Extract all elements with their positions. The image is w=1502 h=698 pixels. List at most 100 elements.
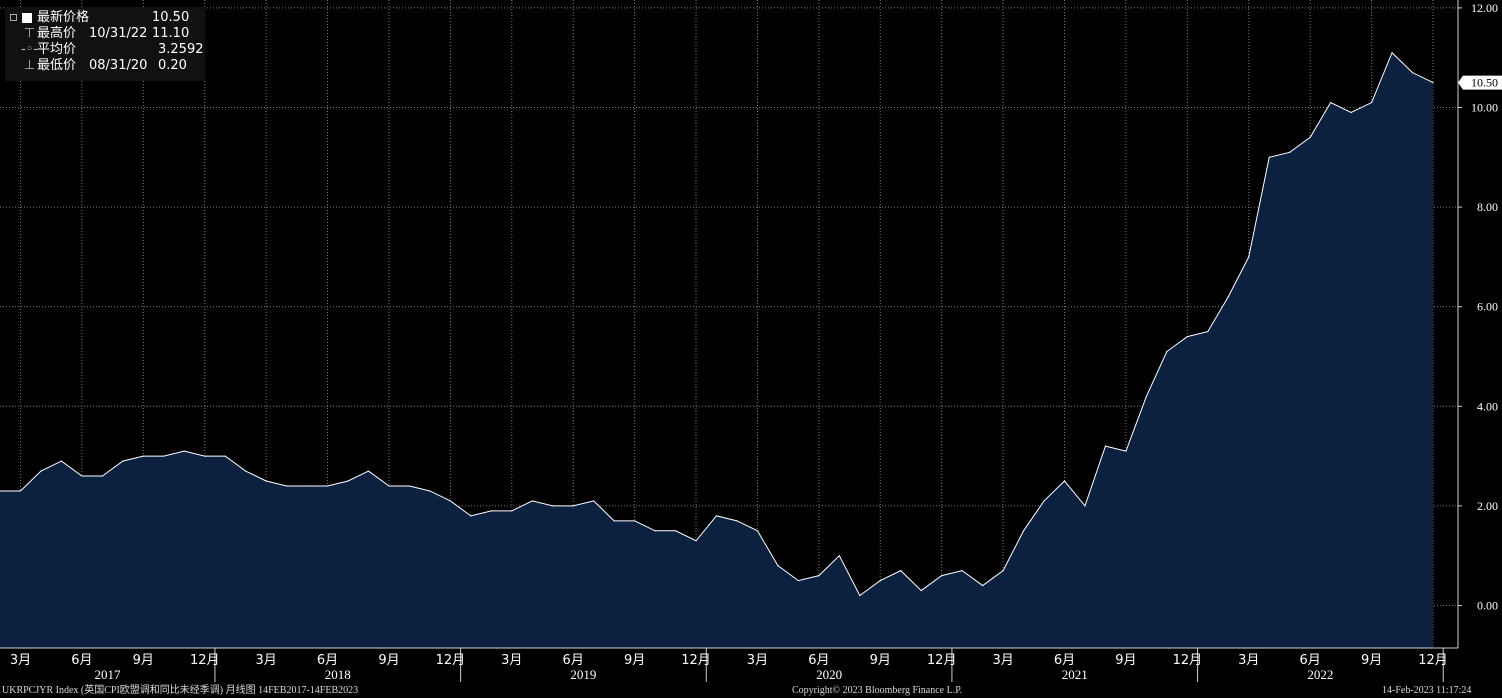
data-point bbox=[695, 540, 697, 542]
x-month-label: 6月 bbox=[71, 653, 92, 668]
data-point bbox=[531, 500, 533, 502]
x-year-label: 2017 bbox=[94, 667, 121, 682]
x-month-label: 6月 bbox=[808, 653, 829, 668]
data-point bbox=[1330, 101, 1332, 104]
x-month-label: 12月 bbox=[681, 653, 711, 668]
data-point bbox=[1145, 395, 1147, 397]
data-point bbox=[1227, 296, 1229, 298]
x-month-label: 3月 bbox=[747, 653, 768, 668]
x-month-label: 6月 bbox=[563, 653, 584, 668]
data-point bbox=[490, 510, 492, 512]
data-point bbox=[388, 485, 390, 487]
data-point bbox=[1248, 256, 1250, 258]
last-price-tag: 10.50 bbox=[1471, 76, 1498, 90]
legend-box: 最新价格 10.50 ⊤ 最高价 10/31/22 11.10 -◦- 平均价 … bbox=[5, 7, 205, 81]
low-marker-icon: ⊥ bbox=[24, 58, 36, 73]
data-point bbox=[961, 570, 963, 572]
data-point bbox=[1309, 136, 1311, 138]
x-year-label: 2020 bbox=[816, 667, 842, 682]
legend-value: 3.2592 bbox=[158, 42, 204, 57]
data-point bbox=[1043, 500, 1045, 502]
data-point bbox=[593, 500, 595, 502]
legend-label: 最新价格 bbox=[37, 10, 90, 25]
legend-row-low: ⊥ 最低价 08/31/20 0.20 bbox=[5, 58, 205, 74]
data-point bbox=[1207, 331, 1209, 333]
data-point bbox=[163, 455, 165, 457]
x-month-label: 3月 bbox=[255, 653, 276, 668]
data-point bbox=[470, 515, 472, 517]
data-point bbox=[654, 530, 656, 532]
legend-row-avg: -◦- 平均价 3.2592 bbox=[5, 42, 205, 58]
data-point bbox=[879, 580, 881, 582]
y-tick-label: 2.00 bbox=[1477, 499, 1498, 513]
high-marker-icon: ⊤ bbox=[24, 26, 36, 41]
data-point bbox=[1002, 570, 1004, 572]
data-point bbox=[1125, 450, 1127, 452]
data-point bbox=[429, 490, 431, 492]
data-point bbox=[900, 570, 902, 572]
x-month-label: 6月 bbox=[1054, 653, 1075, 668]
data-point bbox=[1268, 156, 1270, 158]
data-point bbox=[797, 580, 799, 582]
data-point bbox=[1370, 101, 1373, 104]
series-swatch-icon bbox=[22, 13, 32, 23]
legend-label: 最低价 bbox=[37, 58, 77, 73]
y-tick-label: 8.00 bbox=[1477, 200, 1498, 214]
data-point bbox=[60, 460, 63, 462]
data-point bbox=[408, 485, 411, 487]
chart: 0.00 2.00 4.00 6.00 8.00 10.00 12.00 10.50 3月 6月 9… bbox=[0, 0, 1502, 682]
footer-title: UKRPCJYR Index (英国CPI欧盟调和同比未经季调) 月线图 14F… bbox=[2, 685, 359, 696]
y-tick-label: 0.00 bbox=[1477, 599, 1498, 613]
data-point bbox=[838, 555, 840, 557]
plot-area bbox=[0, 51, 1434, 649]
data-point bbox=[245, 470, 247, 472]
data-point bbox=[1104, 445, 1107, 447]
y-tick-label: 4.00 bbox=[1477, 399, 1498, 413]
series-area bbox=[0, 52, 1433, 649]
data-point bbox=[1432, 82, 1434, 84]
data-point bbox=[122, 460, 124, 462]
x-month-label: 3月 bbox=[10, 653, 31, 668]
data-point bbox=[941, 575, 943, 577]
x-month-label: 12月 bbox=[927, 653, 957, 668]
x-year-label: 2022 bbox=[1307, 667, 1333, 682]
x-month-label: 6月 bbox=[1300, 653, 1321, 668]
avg-marker-icon: -◦- bbox=[21, 42, 39, 57]
x-month-label: 12月 bbox=[436, 653, 466, 668]
y-tick-label: 6.00 bbox=[1477, 300, 1498, 314]
data-point bbox=[634, 520, 636, 522]
x-month-label: 12月 bbox=[1418, 653, 1448, 668]
collapse-icon[interactable] bbox=[10, 14, 17, 21]
data-point bbox=[920, 589, 922, 592]
data-point bbox=[142, 455, 144, 457]
x-month-label: 9月 bbox=[624, 653, 645, 668]
data-point bbox=[326, 485, 329, 487]
data-point bbox=[1289, 151, 1291, 153]
data-point bbox=[613, 520, 615, 522]
data-point bbox=[674, 530, 677, 532]
data-point bbox=[183, 450, 185, 452]
data-point bbox=[224, 455, 226, 457]
data-point bbox=[982, 584, 984, 587]
data-point bbox=[1022, 530, 1025, 532]
data-point bbox=[715, 515, 718, 517]
data-point bbox=[265, 480, 267, 482]
data-point bbox=[40, 470, 42, 472]
legend-row-high: ⊤ 最高价 10/31/22 11.10 bbox=[5, 26, 205, 42]
x-month-label: 9月 bbox=[133, 653, 154, 668]
data-point bbox=[204, 455, 206, 457]
data-point bbox=[756, 530, 759, 532]
data-point bbox=[777, 565, 779, 567]
data-point bbox=[736, 520, 738, 522]
legend-label: 平均价 bbox=[37, 42, 77, 57]
x-month-label: 12月 bbox=[190, 653, 220, 668]
x-month-label: 9月 bbox=[378, 653, 399, 668]
x-month-label: 9月 bbox=[1361, 653, 1382, 668]
x-year-label: 2021 bbox=[1062, 667, 1088, 682]
legend-label: 最高价 bbox=[37, 26, 77, 41]
data-point bbox=[81, 475, 83, 477]
data-point bbox=[1166, 350, 1168, 353]
x-month-label: 6月 bbox=[317, 653, 338, 668]
data-point bbox=[1391, 52, 1393, 54]
x-month-label: 3月 bbox=[1238, 653, 1259, 668]
